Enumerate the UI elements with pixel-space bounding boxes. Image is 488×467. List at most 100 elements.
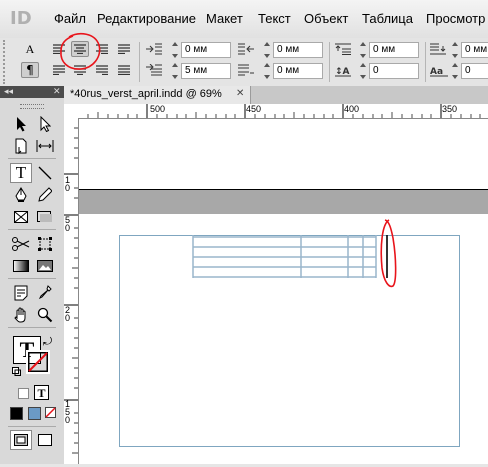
ruler-origin[interactable]: [64, 104, 79, 119]
eyedropper-tool[interactable]: [34, 283, 56, 303]
menu-file[interactable]: Файл: [54, 11, 86, 26]
left-indent-icon: [146, 43, 162, 58]
drop-cap-lines-icon: ↕A: [335, 64, 351, 80]
drop-cap-stepper[interactable]: [451, 42, 459, 58]
gradient-icon: [13, 260, 29, 272]
ruler-ticks: [87, 104, 481, 118]
pasteboard-band: [79, 189, 488, 214]
formatting-text-button[interactable]: T: [34, 385, 49, 400]
drop-cap-chars-field[interactable]: 0: [461, 63, 488, 79]
magnifier-icon: [37, 307, 53, 323]
page-tool[interactable]: [10, 136, 32, 156]
apply-color-button[interactable]: [10, 407, 23, 420]
line-tool[interactable]: [34, 163, 56, 183]
stroke-none-icon: [24, 348, 52, 376]
scissors-tool[interactable]: [10, 234, 32, 254]
drop-cap-chars-stepper[interactable]: [451, 63, 459, 79]
rectangle-frame-tool[interactable]: [10, 207, 32, 227]
default-fill-stroke-icon[interactable]: [12, 366, 21, 376]
panel-grip[interactable]: [20, 104, 44, 109]
apply-gradient-button[interactable]: [28, 407, 41, 420]
rectangle-tool[interactable]: [34, 207, 56, 227]
normal-view-mode-button[interactable]: [10, 430, 32, 450]
align-towards-spine-button[interactable]: [115, 41, 133, 57]
justify-all-button[interactable]: [115, 62, 133, 78]
menu-view[interactable]: Просмотр: [426, 11, 485, 26]
gradient-feather-tool[interactable]: [34, 256, 56, 276]
free-transform-tool[interactable]: [34, 234, 56, 254]
frame-x-icon: [14, 211, 28, 223]
hand-tool[interactable]: [10, 305, 32, 325]
pen-tool[interactable]: [10, 185, 32, 205]
arrow-black-icon: [17, 117, 26, 132]
line-icon: [38, 166, 52, 180]
menu-edit[interactable]: Редактирование: [97, 11, 196, 26]
divider: [8, 158, 56, 159]
preview-mode-button[interactable]: [34, 430, 56, 450]
apply-none-button[interactable]: [45, 407, 56, 418]
left-indent-stepper[interactable]: [171, 42, 179, 58]
first-line-indent-stepper[interactable]: [171, 63, 179, 79]
right-indent-field[interactable]: 0 мм: [273, 42, 323, 58]
hand-icon: [14, 307, 26, 323]
horizontal-ruler[interactable]: [78, 104, 488, 119]
pencil-icon: [38, 187, 52, 202]
close-tab-icon[interactable]: ✕: [236, 88, 244, 99]
drop-cap-chars-icon: Aa: [430, 64, 448, 80]
right-indent-stepper[interactable]: [263, 42, 271, 58]
menu-object[interactable]: Объект: [304, 11, 348, 26]
gradient-swatch-tool[interactable]: [10, 256, 32, 276]
pencil-tool[interactable]: [34, 185, 56, 205]
type-tool[interactable]: T: [10, 163, 32, 183]
gap-tool[interactable]: [34, 136, 56, 156]
collapse-icon[interactable]: ◂◂: [4, 86, 13, 98]
hruler-label: 350: [442, 104, 458, 114]
pen-icon: [15, 187, 27, 202]
zoom-tool[interactable]: [34, 305, 56, 325]
panel-grip[interactable]: [3, 40, 9, 84]
vruler-label: 1 5 0: [65, 399, 71, 425]
paragraph-formatting-button[interactable]: ¶: [21, 62, 39, 78]
vruler-label: 1 0: [65, 175, 71, 193]
divider: [329, 42, 330, 82]
formatting-container-button[interactable]: [18, 388, 29, 399]
page-icon: [15, 138, 27, 154]
page-edge: [79, 189, 488, 190]
swap-fill-stroke-icon[interactable]: ⤾: [43, 335, 52, 349]
menu-layout[interactable]: Макет: [206, 11, 243, 26]
align-towards-spine-icon: [118, 44, 130, 54]
divider: [8, 327, 56, 328]
vruler-label: 5 0: [65, 215, 71, 233]
direct-selection-tool[interactable]: [34, 114, 56, 134]
drop-cap-lines-field[interactable]: 0 мм: [461, 42, 488, 58]
first-line-indent-icon: [146, 63, 162, 79]
hruler-label: 500: [150, 104, 166, 114]
note-tool[interactable]: [10, 283, 32, 303]
transform-icon: [38, 237, 52, 251]
menu-table[interactable]: Таблица: [362, 11, 413, 26]
space-before-stepper[interactable]: [359, 42, 367, 58]
annotation-ellipse: [380, 219, 397, 288]
vruler-label: 2 0: [65, 305, 71, 323]
character-formatting-button[interactable]: A: [21, 41, 39, 57]
space-after-field[interactable]: 0: [369, 63, 419, 79]
space-before-field[interactable]: 0 мм: [369, 42, 419, 58]
last-line-indent-field[interactable]: 0 мм: [273, 63, 323, 79]
divider: [8, 229, 56, 230]
table[interactable]: [190, 235, 390, 279]
view-normal-icon: [14, 434, 28, 446]
selection-tool[interactable]: [10, 114, 32, 134]
last-line-indent-stepper[interactable]: [263, 63, 271, 79]
space-after-stepper[interactable]: [359, 63, 367, 79]
first-line-indent-field[interactable]: 5 мм: [181, 63, 231, 79]
annotation-circle: [60, 32, 101, 70]
left-indent-field[interactable]: 0 мм: [181, 42, 231, 58]
stroke-swatch[interactable]: [24, 348, 52, 376]
gradient-feather-icon: [37, 260, 53, 272]
space-before-icon: [335, 43, 351, 58]
menu-type[interactable]: Текст: [258, 11, 291, 26]
close-icon[interactable]: ✕: [53, 86, 61, 98]
space-after-icon: [430, 43, 446, 58]
hruler-label: 400: [344, 104, 360, 114]
divider: [425, 42, 426, 82]
